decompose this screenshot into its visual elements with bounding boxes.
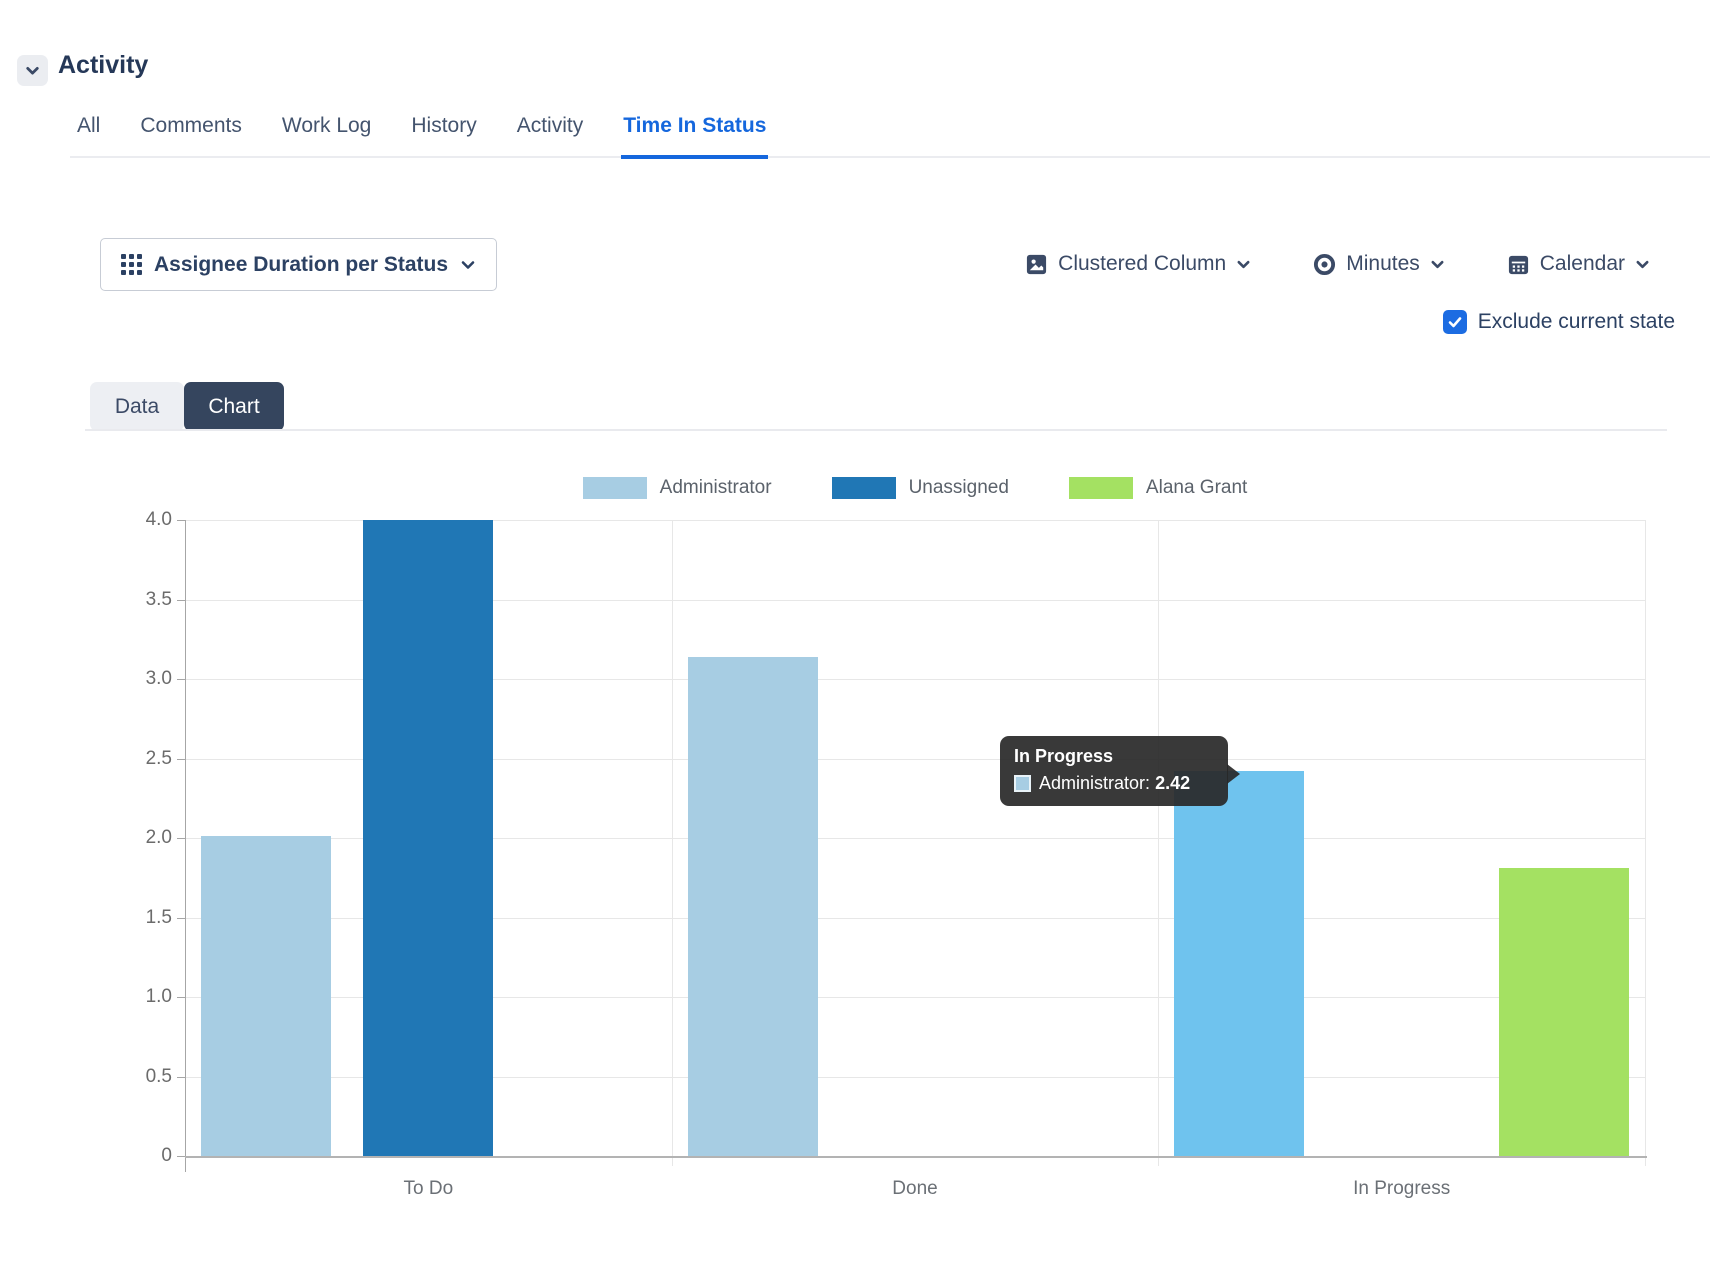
chart-controls: Clustered Column Minutes: [1025, 248, 1650, 280]
legend-entry[interactable]: Unassigned: [832, 477, 1009, 499]
tooltip-series-label: Administrator:: [1039, 773, 1150, 793]
y-axis-tick: [177, 679, 185, 680]
tab-comments[interactable]: Comments: [138, 108, 244, 156]
bar-alana-grant-in-progress[interactable]: [1499, 868, 1629, 1156]
x-category-label: Done: [765, 1178, 1065, 1200]
calendar-dropdown[interactable]: Calendar: [1507, 252, 1650, 276]
image-icon: [1025, 253, 1048, 276]
y-axis-tick: [177, 600, 185, 601]
report-selector-dropdown[interactable]: Assignee Duration per Status: [100, 238, 497, 291]
calendar-icon: [1507, 253, 1530, 276]
y-axis-tick: [177, 520, 185, 521]
y-tick-label: 2.0: [112, 827, 172, 849]
legend-entry[interactable]: Alana Grant: [1069, 477, 1247, 499]
exclude-current-state-label: Exclude current state: [1478, 310, 1675, 334]
tab-work-log[interactable]: Work Log: [280, 108, 374, 156]
tab-time-in-status[interactable]: Time In Status: [621, 108, 768, 159]
exclude-current-state-option[interactable]: Exclude current state: [1443, 310, 1675, 334]
y-tick-label: 0.5: [112, 1066, 172, 1088]
view-tab-data[interactable]: Data: [90, 382, 184, 431]
time-in-status-panel: Activity All Comments Work Log History A…: [0, 0, 1734, 1278]
bar-administrator-done[interactable]: [688, 657, 818, 1156]
y-tick-label: 3.5: [112, 589, 172, 611]
page-title: Activity: [58, 51, 148, 80]
tab-activity[interactable]: Activity: [515, 108, 586, 156]
y-axis-tick: [177, 918, 185, 919]
activity-collapse-button[interactable]: [17, 55, 48, 86]
legend-label: Administrator: [660, 477, 772, 499]
y-tick-label: 2.5: [112, 748, 172, 770]
legend-entry[interactable]: Administrator: [583, 477, 772, 499]
tab-history[interactable]: History: [409, 108, 478, 156]
report-selector-label: Assignee Duration per Status: [154, 253, 448, 277]
y-axis-tick: [177, 997, 185, 998]
chart-tooltip: In Progress Administrator: 2.42: [1000, 736, 1228, 806]
x-category-label: In Progress: [1252, 1178, 1552, 1200]
tooltip-value: 2.42: [1155, 773, 1190, 793]
legend-swatch: [1069, 477, 1133, 499]
unit-dropdown[interactable]: Minutes: [1313, 252, 1445, 276]
chevron-down-icon: [24, 62, 41, 79]
chevron-down-icon: [460, 257, 476, 273]
tab-all[interactable]: All: [75, 108, 102, 156]
y-axis-tick: [177, 759, 185, 760]
tooltip-series-swatch: [1014, 775, 1031, 792]
unit-label: Minutes: [1346, 252, 1420, 276]
legend-label: Unassigned: [909, 477, 1009, 499]
activity-tabs: All Comments Work Log History Activity T…: [70, 108, 1710, 158]
chevron-down-icon: [1430, 257, 1445, 272]
bar-administrator-to-do[interactable]: [201, 836, 331, 1156]
chart-type-dropdown[interactable]: Clustered Column: [1025, 252, 1251, 276]
gridline-x: [1158, 520, 1159, 1166]
chart-type-label: Clustered Column: [1058, 252, 1226, 276]
chart-legend: Administrator Unassigned Alana Grant: [185, 477, 1645, 499]
y-axis-tick: [177, 838, 185, 839]
checkbox-checked-icon[interactable]: [1443, 310, 1467, 334]
y-tick-label: 1.5: [112, 907, 172, 929]
bar-unassigned-to-do[interactable]: [363, 520, 493, 1156]
view-tab-chart[interactable]: Chart: [184, 382, 284, 431]
grid-icon: [121, 254, 142, 275]
chevron-down-icon: [1236, 257, 1251, 272]
y-axis-tick: [177, 1156, 185, 1157]
tooltip-category: In Progress: [1014, 746, 1214, 767]
calendar-label: Calendar: [1540, 252, 1625, 276]
gridline-x: [1645, 520, 1646, 1166]
y-tick-label: 1.0: [112, 986, 172, 1008]
x-category-label: To Do: [278, 1178, 578, 1200]
chevron-down-icon: [1635, 257, 1650, 272]
eye-icon: [1313, 253, 1336, 276]
legend-swatch: [832, 477, 896, 499]
y-axis: [185, 520, 186, 1172]
y-tick-label: 3.0: [112, 668, 172, 690]
y-axis-tick: [177, 1077, 185, 1078]
gridline-x: [672, 520, 673, 1166]
y-tick-label: 0: [112, 1145, 172, 1167]
tooltip-arrow: [1227, 764, 1240, 784]
view-tabs-divider: [85, 429, 1667, 431]
bar-administrator-in-progress[interactable]: [1174, 771, 1304, 1156]
legend-swatch: [583, 477, 647, 499]
y-tick-label: 4.0: [112, 509, 172, 531]
legend-label: Alana Grant: [1146, 477, 1247, 499]
x-axis: [185, 1156, 1647, 1158]
